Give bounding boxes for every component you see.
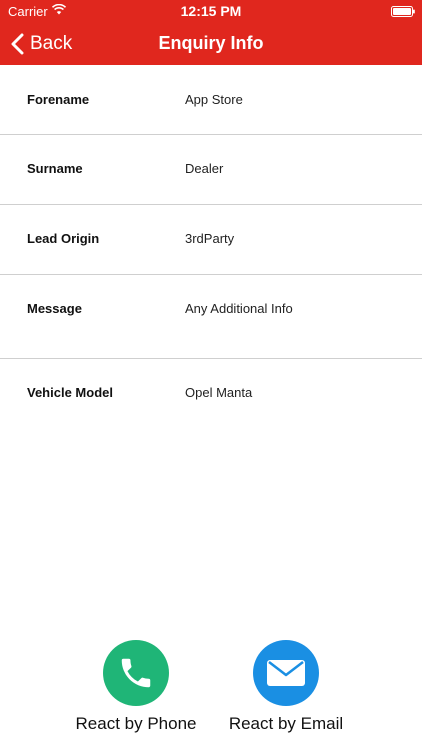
row-label: Vehicle Model: [27, 385, 113, 400]
row-value: Any Additional Info: [185, 301, 293, 316]
row-value: Opel Manta: [185, 385, 253, 400]
status-bar: Carrier 12:15 PM: [0, 0, 422, 22]
battery-icon: [391, 6, 415, 17]
react-by-phone-label: React by Phone: [75, 714, 197, 733]
email-button-circle[interactable]: [253, 640, 319, 706]
row-label: Lead Origin: [27, 231, 100, 246]
row-surname: Surname Dealer: [0, 135, 422, 205]
enquiry-info-screen: Carrier 12:15 PM Back Enquiry Info Foren…: [0, 0, 422, 750]
phone-icon: [121, 658, 151, 688]
row-message: Message Any Additional Info: [0, 275, 422, 359]
row-label: Surname: [27, 161, 83, 176]
page-title: Enquiry Info: [158, 33, 264, 53]
row-label: Message: [27, 301, 82, 316]
row-label: Forename: [27, 92, 90, 107]
enquiry-details-list: Forename App Store Surname Dealer Lead O…: [0, 65, 422, 429]
react-by-email-button[interactable]: React by Email: [206, 640, 366, 734]
status-time: 12:15 PM: [180, 3, 242, 19]
row-value: App Store: [185, 92, 243, 107]
react-by-email-label: React by Email: [228, 714, 344, 733]
row-vehicle-model: Vehicle Model Opel Manta: [0, 359, 422, 429]
row-forename: Forename App Store: [0, 65, 422, 135]
row-lead-origin: Lead Origin 3rdParty: [0, 205, 422, 275]
row-value: 3rdParty: [185, 231, 235, 246]
navigation-bar: Back Enquiry Info: [0, 22, 422, 65]
header: Carrier 12:15 PM Back Enquiry Info: [0, 0, 422, 65]
phone-button-circle[interactable]: [103, 640, 169, 706]
row-value: Dealer: [185, 161, 224, 176]
react-by-phone-button[interactable]: React by Phone: [56, 640, 216, 734]
envelope-icon: [267, 660, 305, 686]
